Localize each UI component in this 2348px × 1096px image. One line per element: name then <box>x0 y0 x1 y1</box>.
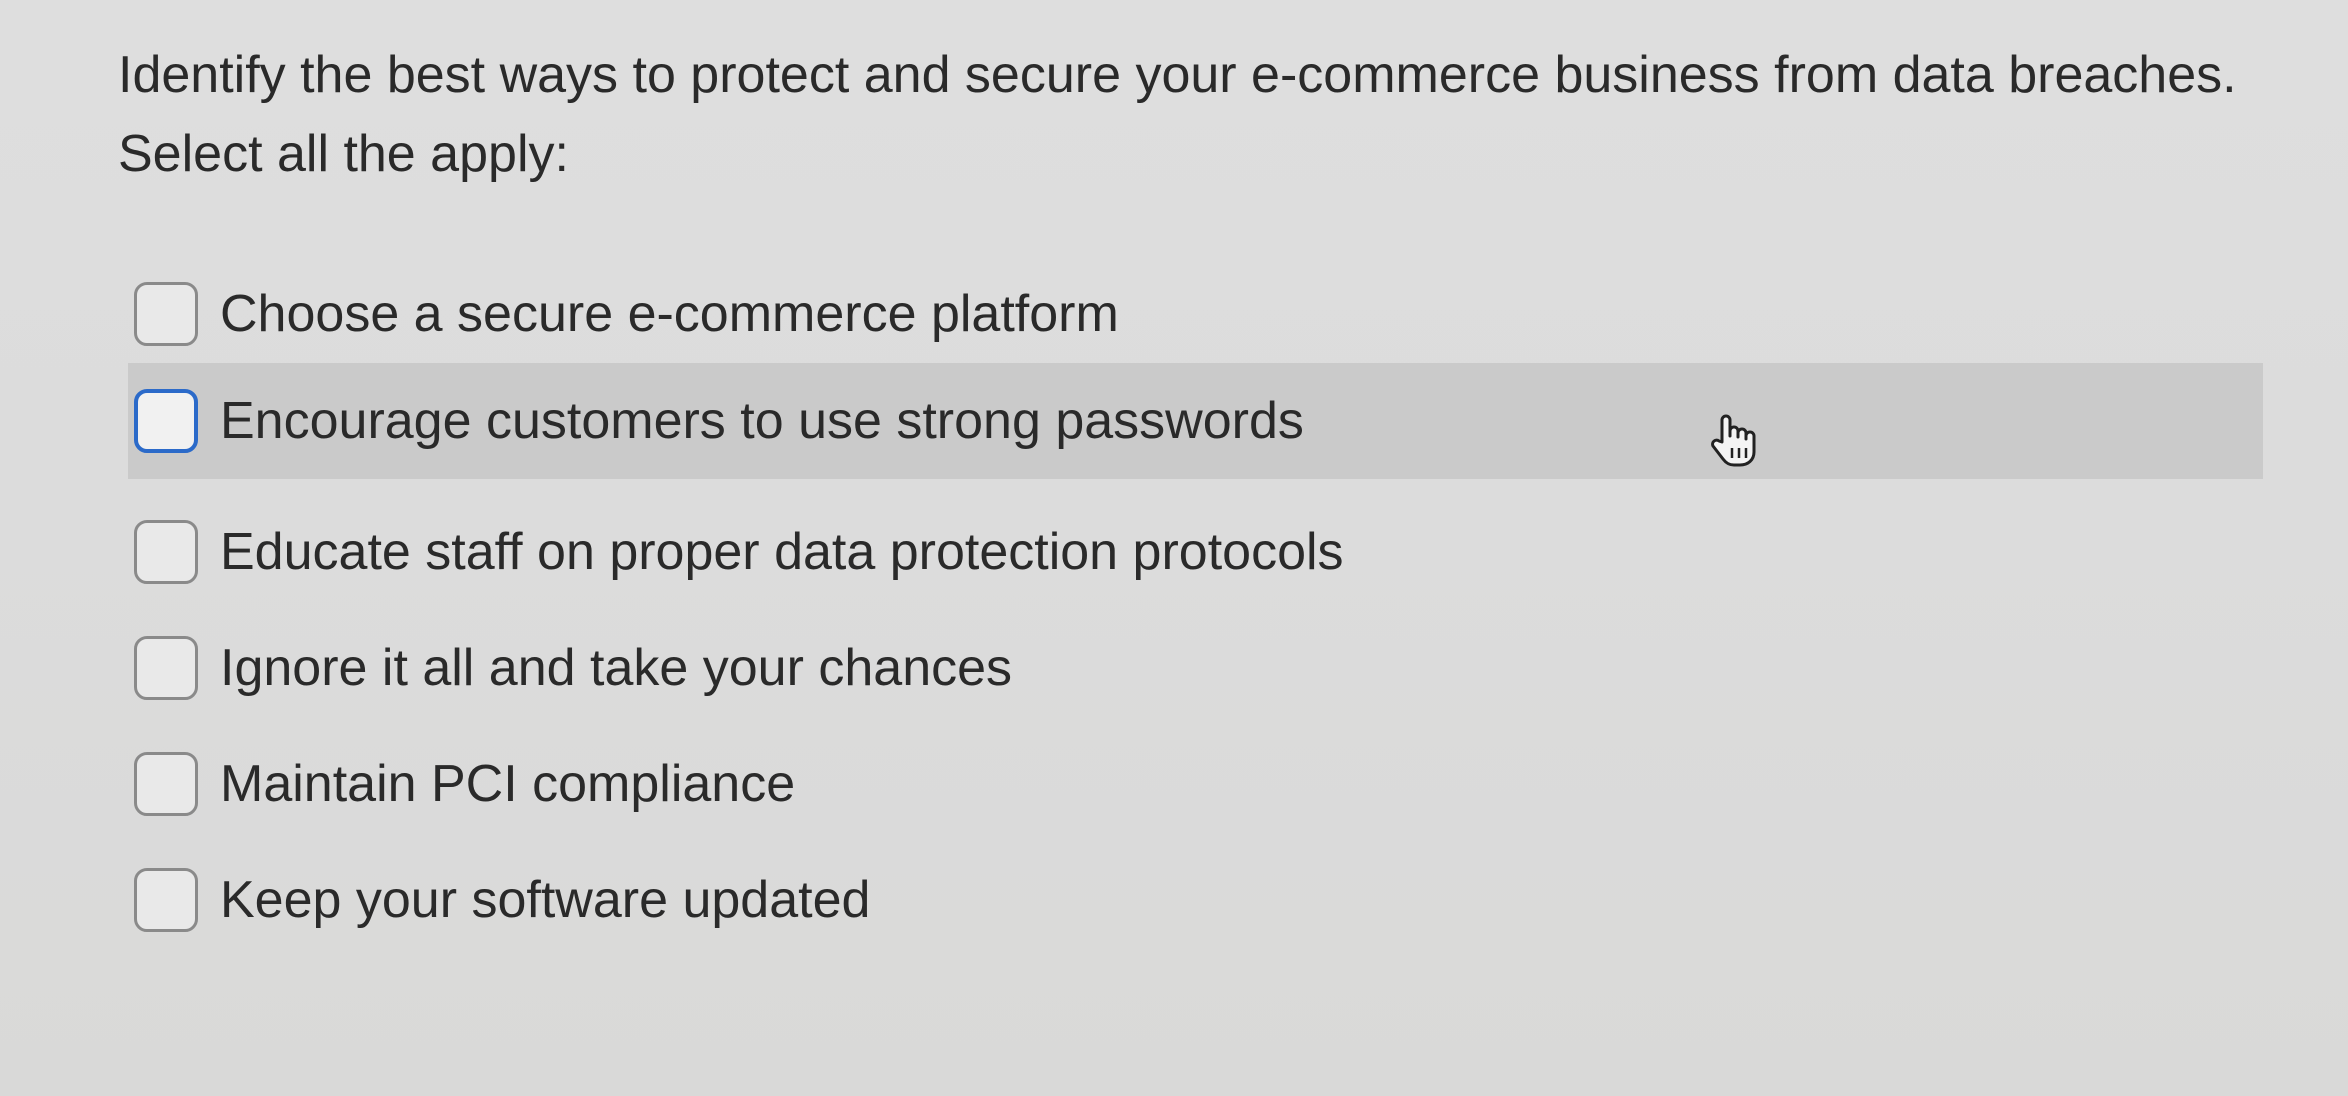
option-ignore[interactable]: Ignore it all and take your chances <box>128 610 2263 726</box>
option-software-updated[interactable]: Keep your software updated <box>128 842 2263 958</box>
checkbox[interactable] <box>134 282 198 346</box>
option-pci-compliance[interactable]: Maintain PCI compliance <box>128 726 2263 842</box>
answer-options: Choose a secure e-commerce platform Enco… <box>0 0 2348 1096</box>
option-label: Choose a secure e-commerce platform <box>220 285 1119 343</box>
option-label: Keep your software updated <box>220 871 871 929</box>
hand-pointer-icon <box>1711 414 1756 467</box>
option-label: Encourage customers to use strong passwo… <box>220 392 1304 450</box>
option-label: Ignore it all and take your chances <box>220 639 1013 697</box>
checkbox[interactable] <box>134 389 198 453</box>
option-strong-passwords[interactable]: Encourage customers to use strong passwo… <box>128 363 2263 479</box>
option-secure-platform[interactable]: Choose a secure e-commerce platform <box>128 256 2263 372</box>
option-label: Educate staff on proper data protection … <box>220 523 1344 581</box>
option-label: Maintain PCI compliance <box>220 755 796 813</box>
checkbox[interactable] <box>134 636 198 700</box>
option-educate-staff[interactable]: Educate staff on proper data protection … <box>128 494 2263 610</box>
checkbox[interactable] <box>134 520 198 584</box>
checkbox[interactable] <box>134 752 198 816</box>
checkbox[interactable] <box>134 868 198 932</box>
